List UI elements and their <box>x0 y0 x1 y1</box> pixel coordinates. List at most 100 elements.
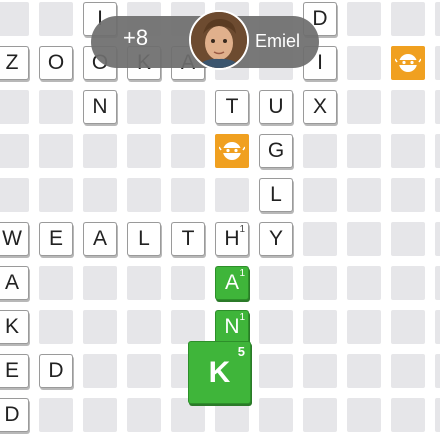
board-cell[interactable] <box>435 354 440 388</box>
new-tile-n[interactable]: N1 <box>215 310 249 344</box>
board-cell[interactable] <box>127 266 161 300</box>
board-cell[interactable] <box>127 178 161 212</box>
letter-tile-z: Z <box>0 46 29 80</box>
tile-letter: L <box>138 227 150 250</box>
tile-letter: N <box>92 95 108 118</box>
board-cell[interactable] <box>259 398 293 432</box>
board-cell[interactable] <box>303 222 337 256</box>
board-cell[interactable] <box>391 266 425 300</box>
tile-letter: T <box>181 227 195 250</box>
bonus-square[interactable] <box>215 134 249 168</box>
board-cell[interactable] <box>435 134 440 168</box>
tile-letter: D <box>4 403 20 426</box>
board-cell[interactable] <box>127 90 161 124</box>
board-cell[interactable] <box>435 46 440 80</box>
board-cell[interactable] <box>303 354 337 388</box>
active-tile-points: 5 <box>237 344 245 359</box>
board-cell[interactable] <box>391 310 425 344</box>
board-cell[interactable] <box>347 90 381 124</box>
board-cell[interactable] <box>259 354 293 388</box>
board-cell[interactable] <box>347 46 381 80</box>
tile-letter: N <box>224 315 240 338</box>
board-cell[interactable] <box>171 90 205 124</box>
letter-tile-o: O <box>39 46 73 80</box>
board-cell[interactable] <box>39 90 73 124</box>
board-cell[interactable] <box>303 266 337 300</box>
board-cell[interactable] <box>435 90 440 124</box>
board-cell[interactable] <box>0 134 29 168</box>
board-cell[interactable] <box>83 354 117 388</box>
board-cell[interactable] <box>347 178 381 212</box>
board-cell[interactable] <box>83 178 117 212</box>
letter-tile-w: W <box>0 222 29 256</box>
board-cell[interactable] <box>39 2 73 36</box>
board-cell[interactable] <box>215 178 249 212</box>
letter-tile-x: X <box>303 90 337 124</box>
board-cell[interactable] <box>127 310 161 344</box>
board-cell[interactable] <box>0 90 29 124</box>
board-cell[interactable] <box>127 354 161 388</box>
board-cell[interactable] <box>171 266 205 300</box>
board-cell[interactable] <box>435 398 440 432</box>
board-cell[interactable] <box>39 398 73 432</box>
board-cell[interactable] <box>435 2 440 36</box>
letter-tile-t: T <box>171 222 205 256</box>
board-cell[interactable] <box>83 134 117 168</box>
letter-tile-a: A <box>0 266 29 300</box>
tile-letter: L <box>270 183 282 206</box>
letter-tile-a: A <box>83 222 117 256</box>
board-cell[interactable] <box>83 310 117 344</box>
board-cell[interactable] <box>83 398 117 432</box>
board-cell[interactable] <box>435 222 440 256</box>
board-cell[interactable] <box>171 134 205 168</box>
board-cell[interactable] <box>303 178 337 212</box>
board-cell[interactable] <box>391 2 425 36</box>
board-cell[interactable] <box>391 134 425 168</box>
board-cell[interactable] <box>391 178 425 212</box>
active-tile-k[interactable]: K 5 <box>188 341 251 404</box>
letter-tile-h: H1 <box>215 222 249 256</box>
board-cell[interactable] <box>39 310 73 344</box>
new-tile-a[interactable]: A1 <box>215 266 249 300</box>
board-cell[interactable] <box>347 266 381 300</box>
board-cell[interactable] <box>347 134 381 168</box>
board-cell[interactable] <box>259 310 293 344</box>
letter-tile-e: E <box>0 354 29 388</box>
board-cell[interactable] <box>83 266 117 300</box>
board-cell[interactable] <box>347 354 381 388</box>
board-cell[interactable] <box>391 222 425 256</box>
board-cell[interactable] <box>347 398 381 432</box>
masked-bandit-icon <box>219 142 245 160</box>
board-cell[interactable] <box>391 354 425 388</box>
tile-letter: Z <box>5 51 19 74</box>
board-cell[interactable] <box>39 266 73 300</box>
board-cell[interactable] <box>435 266 440 300</box>
board-cell[interactable] <box>347 222 381 256</box>
board-cell[interactable] <box>303 310 337 344</box>
board-cell[interactable] <box>127 398 161 432</box>
board-cell[interactable] <box>171 178 205 212</box>
board-cell[interactable] <box>0 2 29 36</box>
board-cell[interactable] <box>39 178 73 212</box>
tile-letter: K <box>4 315 19 338</box>
avatar[interactable] <box>189 10 249 70</box>
board-cell[interactable] <box>39 134 73 168</box>
tile-letter: O <box>47 51 65 74</box>
board-cell[interactable] <box>435 178 440 212</box>
board-cell[interactable] <box>435 310 440 344</box>
board-cell[interactable] <box>303 134 337 168</box>
board-cell[interactable] <box>303 398 337 432</box>
board-cell[interactable] <box>347 2 381 36</box>
active-tile-letter: K <box>208 355 231 389</box>
board-cell[interactable] <box>391 90 425 124</box>
board-cell[interactable] <box>127 134 161 168</box>
board-cell[interactable] <box>0 178 29 212</box>
tile-letter: E <box>4 359 19 382</box>
letter-tile-n: N <box>83 90 117 124</box>
bonus-square[interactable] <box>391 46 425 80</box>
board-cell[interactable] <box>391 398 425 432</box>
board-cell[interactable] <box>171 310 205 344</box>
board-cell[interactable] <box>259 266 293 300</box>
player-score-pill[interactable]: +8 Emiel <box>91 10 319 70</box>
board-cell[interactable] <box>347 310 381 344</box>
